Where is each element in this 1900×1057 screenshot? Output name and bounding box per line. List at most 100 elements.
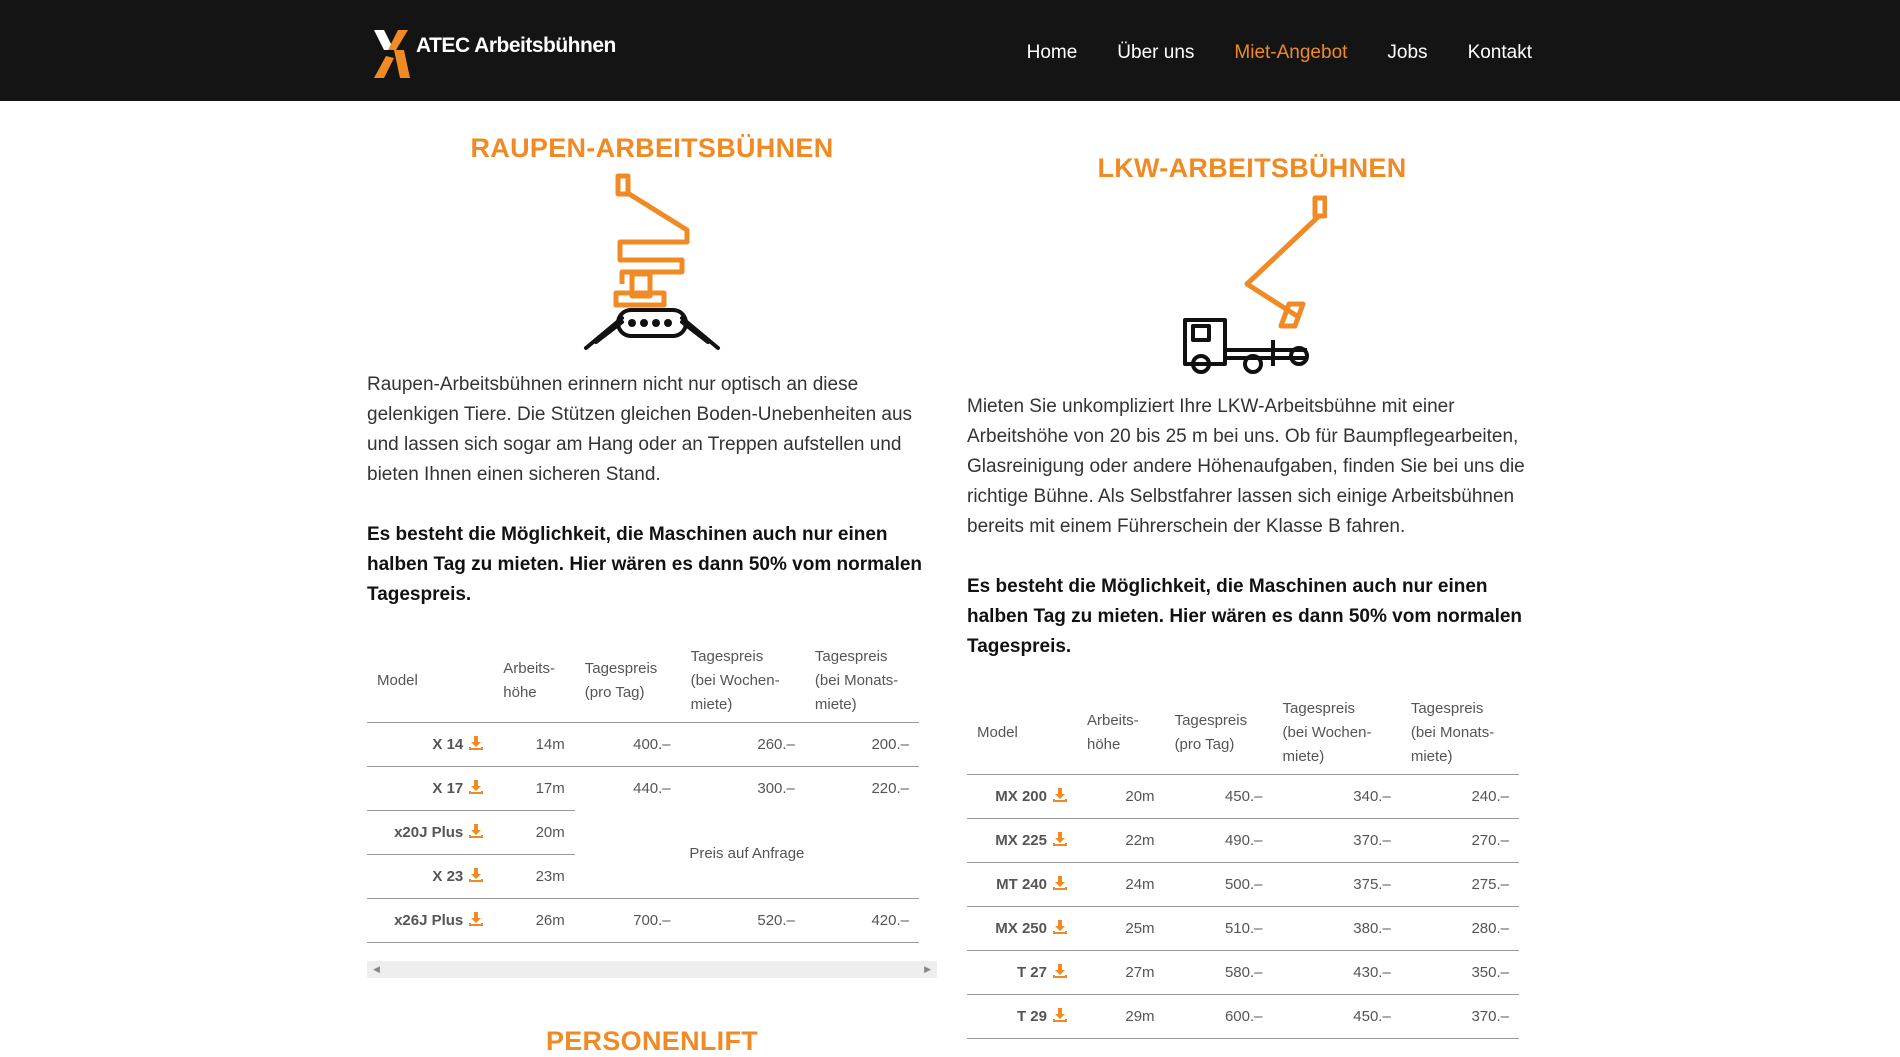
site-header: ATEC Arbeitsbühnen Home Über uns Miet-An… xyxy=(0,0,1900,101)
day-price-cell: 400.– xyxy=(574,721,681,766)
main-nav: Home Über uns Miet-Angebot Jobs Kontakt xyxy=(987,42,1532,64)
lkw-description: Mieten Sie unkompliziert Ihre LKW-Arbeit… xyxy=(967,396,1525,537)
table-horizontal-scrollbar[interactable]: ◀ ▶ xyxy=(367,961,937,978)
month-price-cell: 420.– xyxy=(804,897,919,943)
day-price-cell: 490.– xyxy=(1164,817,1273,862)
col-header-height: Arbeits- höhe xyxy=(1086,711,1139,753)
height-cell: 20m xyxy=(1076,773,1165,818)
height-cell: 20m xyxy=(493,809,575,854)
download-icon[interactable] xyxy=(1052,1007,1067,1022)
nav-item-ueber-uns[interactable]: Über uns xyxy=(1117,42,1194,64)
day-price-cell: 580.– xyxy=(1164,949,1273,994)
download-icon[interactable] xyxy=(469,735,484,750)
month-price-cell: 370.– xyxy=(1400,993,1519,1039)
crawler-lift-icon xyxy=(584,173,720,350)
week-price-cell: 370.– xyxy=(1272,817,1401,862)
week-price-cell: 520.– xyxy=(680,897,805,943)
site-logo[interactable]: ATEC Arbeitsbühnen xyxy=(372,28,616,80)
download-icon[interactable] xyxy=(469,911,484,926)
nav-item-jobs[interactable]: Jobs xyxy=(1387,42,1427,64)
model-cell: X 14 xyxy=(367,721,494,766)
download-icon[interactable] xyxy=(1052,963,1067,978)
table-row: x26J Plus 26m 700.– 520.– 420.– xyxy=(367,897,919,943)
col-header-height: Arbeits- höhe xyxy=(503,659,555,701)
model-cell: X 23 xyxy=(367,853,494,898)
table-row: MX 225 22m 490.– 370.– 270.– xyxy=(967,817,1519,862)
height-cell: 26m xyxy=(493,897,575,943)
height-cell: 27m xyxy=(1076,949,1165,994)
atec-logo-icon xyxy=(374,30,410,78)
section-raupen: RAUPEN-ARBEITSBÜHNEN Raupen-Arbeitsbühne… xyxy=(367,101,937,943)
scroll-right-icon[interactable]: ▶ xyxy=(924,964,931,975)
download-icon[interactable] xyxy=(469,867,484,882)
price-table-lkw: Model Arbeits- höhe Tagespreis (pro Tag)… xyxy=(967,692,1519,1039)
scroll-left-icon[interactable]: ◀ xyxy=(373,964,380,975)
download-icon[interactable] xyxy=(1052,875,1067,890)
model-cell: T 27 xyxy=(967,949,1077,994)
week-price-cell: 430.– xyxy=(1272,949,1401,994)
day-price-cell: 700.– xyxy=(574,897,681,943)
height-cell: 22m xyxy=(1076,817,1165,862)
section-title-lkw: LKW-ARBEITSBÜHNEN xyxy=(1097,153,1407,183)
month-price-cell: 240.– xyxy=(1400,773,1519,818)
raupen-description: Raupen-Arbeitsbühnen erinnern nicht nur … xyxy=(367,374,913,485)
download-icon[interactable] xyxy=(469,779,484,794)
section-title-personenlift: PERSONENLIFT xyxy=(545,1026,759,1056)
col-header-week: Tagespreis (bei Wochen- miete) xyxy=(690,647,780,713)
model-cell: x20J Plus xyxy=(367,809,494,854)
height-cell: 24m xyxy=(1076,861,1165,906)
model-cell: X 17 xyxy=(367,765,494,810)
week-price-cell: 450.– xyxy=(1272,993,1401,1039)
col-header-model: Model xyxy=(377,671,418,689)
truck-lift-icon xyxy=(1183,195,1327,374)
height-cell: 23m xyxy=(493,853,575,898)
download-icon[interactable] xyxy=(1052,831,1067,846)
month-price-cell: 275.– xyxy=(1400,861,1519,906)
price-table-raupen: Model Arbeits- höhe Tagespreis (pro Tag)… xyxy=(367,640,919,943)
nav-item-kontakt[interactable]: Kontakt xyxy=(1468,42,1532,64)
section-title-raupen: RAUPEN-ARBEITSBÜHNEN xyxy=(470,133,834,163)
section-lkw: LKW-ARBEITSBÜHNEN Mieten Sie unkomplizie… xyxy=(967,101,1537,1039)
height-cell: 17m xyxy=(493,765,575,810)
week-price-cell: 340.– xyxy=(1272,773,1401,818)
day-price-cell: 500.– xyxy=(1164,861,1273,906)
col-header-month: Tagespreis (bei Monats- miete) xyxy=(814,647,899,713)
table-row: MX 250 25m 510.– 380.– 280.– xyxy=(967,905,1519,950)
height-cell: 14m xyxy=(493,721,575,766)
brand-name: ATEC Arbeitsbühnen xyxy=(416,34,616,57)
download-icon[interactable] xyxy=(1052,919,1067,934)
table-row: X 14 14m 400.– 260.– 200.– xyxy=(367,721,919,766)
download-icon[interactable] xyxy=(469,823,484,838)
month-price-cell: 200.– xyxy=(804,721,919,766)
nav-item-home[interactable]: Home xyxy=(1027,42,1078,64)
model-cell: MX 250 xyxy=(967,905,1077,950)
model-cell: MX 200 xyxy=(967,773,1077,818)
day-price-cell: 510.– xyxy=(1164,905,1273,950)
col-header-day: Tagespreis (pro Tag) xyxy=(584,659,658,701)
col-header-month: Tagespreis (bei Monats- miete) xyxy=(1410,699,1495,765)
table-row: MT 240 24m 500.– 375.– 275.– xyxy=(967,861,1519,906)
raupen-half-day-note: Es besteht die Möglichkeit, die Maschine… xyxy=(367,524,923,605)
model-cell: MT 240 xyxy=(967,861,1077,906)
table-row: T 27 27m 580.– 430.– 350.– xyxy=(967,949,1519,994)
price-on-request-cell: Preis auf Anfrage xyxy=(689,845,805,863)
col-header-day: Tagespreis (pro Tag) xyxy=(1174,711,1248,753)
table-row: X 17 17m 440.– 300.– 220.– xyxy=(367,765,919,810)
table-row: x20J Plus 20m Preis auf Anfrage xyxy=(367,809,919,862)
month-price-cell: 220.– xyxy=(804,765,919,810)
day-price-cell: 600.– xyxy=(1164,993,1273,1039)
download-icon[interactable] xyxy=(1052,787,1067,802)
week-price-cell: 260.– xyxy=(680,721,805,766)
table-row: T 29 29m 600.– 450.– 370.– xyxy=(967,993,1519,1039)
week-price-cell: 300.– xyxy=(680,765,805,810)
height-cell: 25m xyxy=(1076,905,1165,950)
model-cell: MX 225 xyxy=(967,817,1077,862)
day-price-cell: 440.– xyxy=(574,765,681,810)
month-price-cell: 280.– xyxy=(1400,905,1519,950)
nav-item-miet-angebot[interactable]: Miet-Angebot xyxy=(1234,42,1347,64)
col-header-model: Model xyxy=(977,723,1018,741)
table-row: MX 200 20m 450.– 340.– 240.– xyxy=(967,773,1519,818)
week-price-cell: 380.– xyxy=(1272,905,1401,950)
height-cell: 29m xyxy=(1076,993,1165,1039)
day-price-cell: 450.– xyxy=(1164,773,1273,818)
